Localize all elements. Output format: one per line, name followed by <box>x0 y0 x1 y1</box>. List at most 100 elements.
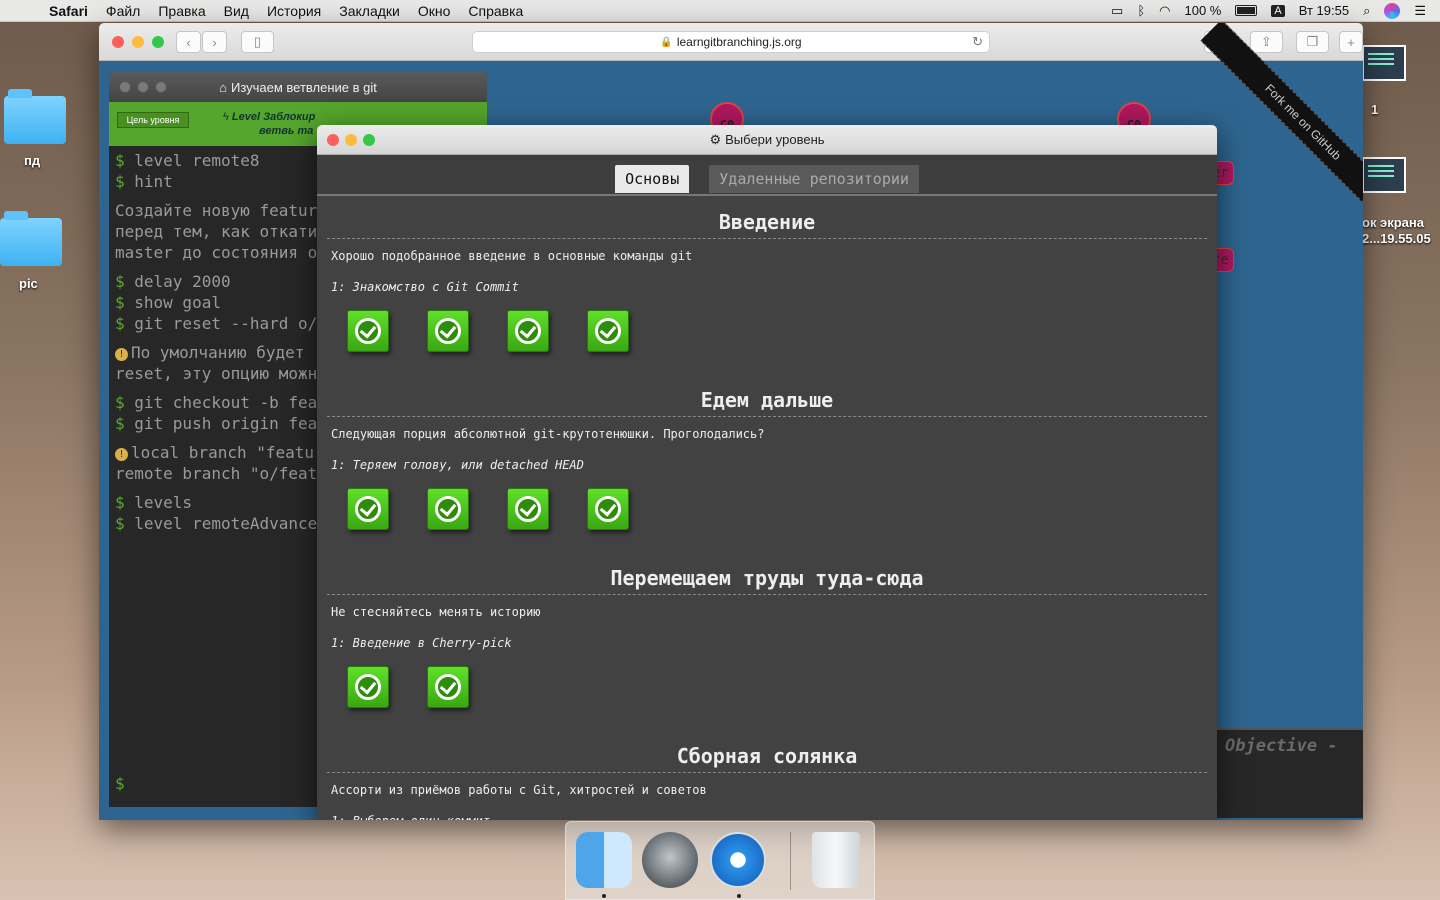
level-button[interactable] <box>427 666 469 708</box>
screenshot-thumbnail-icon[interactable] <box>1362 45 1406 81</box>
level-button[interactable] <box>587 310 629 352</box>
terminal-prompt[interactable]: $ <box>115 774 125 793</box>
dock-separator <box>790 832 791 890</box>
zoom-window-button[interactable] <box>152 36 164 48</box>
level-buttons <box>327 650 1207 730</box>
objective-label[interactable]: Objective - <box>1225 736 1338 756</box>
goal-text: ϟ Level Заблокир ветвь ma <box>223 110 315 138</box>
wifi-icon[interactable]: ◠ <box>1159 3 1170 19</box>
minimize-window-button[interactable] <box>132 36 144 48</box>
dialog-close-button[interactable] <box>327 134 339 146</box>
reload-icon[interactable]: ↻ <box>972 34 983 50</box>
forward-button[interactable]: › <box>202 31 227 53</box>
terminal-zoom-button[interactable] <box>155 81 167 93</box>
screenshot-thumbnail-icon[interactable] <box>1362 157 1406 193</box>
tab-basics[interactable]: Основы <box>615 165 690 193</box>
section-description: Следующая порция абсолютной git-крутотен… <box>331 427 765 441</box>
menu-view[interactable]: Вид <box>215 3 258 19</box>
tab-remote[interactable]: Удаленные репозитории <box>709 165 919 193</box>
goal-button[interactable]: Цель уровня <box>117 112 189 128</box>
menu-history[interactable]: История <box>258 3 330 19</box>
screenshot-label-2b[interactable]: 2...19.55.05 <box>1362 231 1431 246</box>
level-button[interactable] <box>347 488 389 530</box>
level-section: Едем дальше Следующая порция абсолютной g… <box>327 374 1207 552</box>
level-buttons <box>327 472 1207 552</box>
safari-icon[interactable] <box>710 832 766 888</box>
battery-percent: 100 % <box>1184 3 1222 18</box>
dialog-zoom-button[interactable] <box>363 134 375 146</box>
web-page: C0 C0 er re Fork me on GitHub Objective … <box>99 23 1363 820</box>
launchpad-icon[interactable] <box>642 832 698 888</box>
close-window-button[interactable] <box>112 36 124 48</box>
level-section: Введение Хорошо подобранное введение в ос… <box>327 196 1207 374</box>
terminal-minimize-button[interactable] <box>137 81 149 93</box>
back-button[interactable]: ‹ <box>176 31 201 53</box>
prompt-symbol: $ <box>115 414 135 433</box>
notification-center-icon[interactable]: ☰ <box>1414 3 1426 19</box>
siri-icon[interactable] <box>1384 2 1401 19</box>
airplay-icon[interactable]: ▭ <box>1111 3 1123 19</box>
menu-app-safari[interactable]: Safari <box>40 3 97 19</box>
address-bar[interactable]: 🔒 learngitbranching.js.org ↻ <box>472 31 990 53</box>
menu-edit[interactable]: Правка <box>149 3 214 19</box>
folder-icon[interactable] <box>0 211 62 266</box>
prompt-symbol: $ <box>115 272 135 291</box>
terminal-title: Изучаем ветвление в git <box>230 79 377 95</box>
input-source-indicator[interactable]: A <box>1271 4 1285 17</box>
screenshot-label-1[interactable]: 1 <box>1371 102 1378 117</box>
menu-help[interactable]: Справка <box>459 3 532 19</box>
level-buttons <box>327 294 1207 374</box>
new-tab-icon[interactable]: + <box>1339 31 1363 53</box>
dialog-title: Выбери уровень <box>725 132 825 147</box>
level-button[interactable] <box>347 666 389 708</box>
folder-label-pd[interactable]: пд <box>24 153 40 168</box>
finder-icon[interactable] <box>576 832 632 888</box>
menu-bookmarks[interactable]: Закладки <box>330 3 409 19</box>
safari-window: ‹ › ▯ 🔒 learngitbranching.js.org ↻ ⬇ ⇪ ❐… <box>99 23 1363 820</box>
checkmark-icon <box>435 674 461 700</box>
section-title: Введение <box>327 196 1207 239</box>
checkmark-icon <box>515 496 541 522</box>
gear-icon: ⚙ <box>709 131 722 147</box>
command-text: git checkout -b fea <box>134 393 318 412</box>
goal-text-line-1: Level Заблокир <box>231 111 316 123</box>
folder-icon[interactable] <box>4 89 66 144</box>
bluetooth-icon[interactable]: ᛒ <box>1137 3 1145 18</box>
tabs-overview-icon[interactable]: ❐ <box>1296 31 1329 53</box>
section-description: Ассорти из приёмов работы с Git, хитрост… <box>331 783 707 797</box>
dock <box>565 821 875 900</box>
section-current-level: 1: Знакомство с Git Commit <box>331 280 519 294</box>
objective-panel: Objective - <box>1209 728 1363 818</box>
level-button[interactable] <box>427 488 469 530</box>
level-button[interactable] <box>507 488 549 530</box>
level-button[interactable] <box>347 310 389 352</box>
level-tabs: Основы Удаленные репозитории <box>317 155 1217 196</box>
command-text: delay 2000 <box>134 272 231 291</box>
level-button[interactable] <box>507 310 549 352</box>
terminal-close-button[interactable] <box>119 81 131 93</box>
command-text: level remote8 <box>134 151 260 170</box>
section-current-level: 1: Выберем один коммит. <box>327 797 1207 820</box>
folder-label-pic[interactable]: pic <box>19 276 38 291</box>
command-text: show goal <box>134 293 221 312</box>
spotlight-search-icon[interactable]: ⌕ <box>1363 3 1370 19</box>
share-icon[interactable]: ⇪ <box>1250 31 1283 53</box>
level-section: Перемещаем труды туда-сюда Не стесняйтесь… <box>327 552 1207 730</box>
section-current-level: 1: Теряем голову, или detached HEAD <box>331 458 584 472</box>
dialog-minimize-button[interactable] <box>345 134 357 146</box>
level-button[interactable] <box>587 488 629 530</box>
screenshot-label-2a[interactable]: ок экрана <box>1362 215 1424 230</box>
menu-file[interactable]: Файл <box>97 3 149 19</box>
section-title: Сборная солянка <box>327 730 1207 773</box>
prompt-symbol: $ <box>115 293 135 312</box>
clock[interactable]: Вт 19:55 <box>1299 3 1349 18</box>
section-title: Перемещаем труды туда-сюда <box>327 552 1207 595</box>
menu-window[interactable]: Окно <box>409 3 460 19</box>
level-button[interactable] <box>427 310 469 352</box>
browser-toolbar: ‹ › ▯ 🔒 learngitbranching.js.org ↻ ⬇ ⇪ ❐… <box>99 23 1363 61</box>
battery-icon[interactable] <box>1235 5 1258 16</box>
command-text: git reset --hard o/ <box>134 314 318 333</box>
sidebar-toggle-icon[interactable]: ▯ <box>241 31 274 53</box>
trash-icon[interactable] <box>812 832 860 888</box>
section-title: Едем дальше <box>327 374 1207 417</box>
